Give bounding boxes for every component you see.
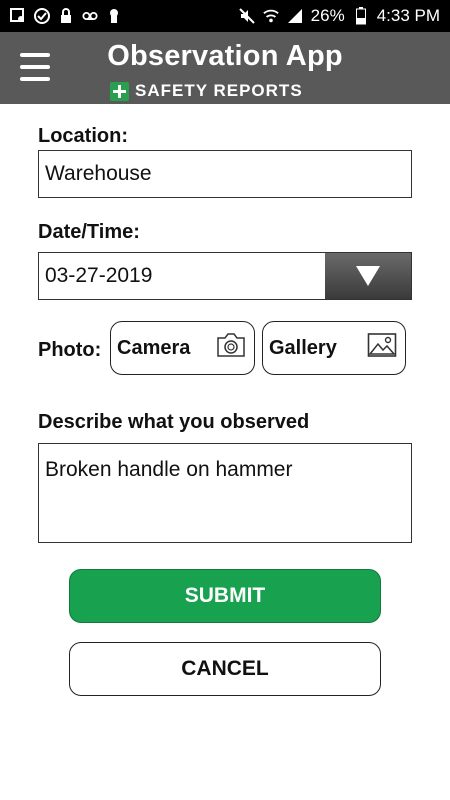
datetime-select[interactable]: 03-27-2019 — [38, 252, 412, 300]
status-time: 4:33 PM — [376, 6, 440, 25]
gallery-button-label: Gallery — [269, 336, 337, 359]
mute-icon — [238, 8, 255, 24]
signal-icon — [287, 8, 303, 24]
battery-percent: 26% — [310, 6, 345, 25]
notification-icon — [10, 8, 26, 24]
photo-label: Photo: — [38, 339, 102, 361]
status-left — [10, 8, 122, 24]
gallery-button[interactable]: Gallery — [262, 321, 406, 375]
app-subtitle: SAFETY REPORTS — [110, 81, 303, 101]
description-value: Broken handle on hammer — [45, 458, 293, 481]
location-label: Location: — [38, 125, 128, 147]
status-right: 26% 4:33 PM — [238, 6, 440, 26]
description-textarea[interactable]: Broken handle on hammer — [38, 443, 412, 543]
triangle-down-icon — [356, 266, 380, 286]
datetime-dropdown-button[interactable] — [325, 253, 411, 299]
describe-label: Describe what you observed — [38, 411, 310, 433]
plus-cross-icon — [110, 81, 129, 101]
wifi-icon — [262, 8, 279, 24]
camera-button[interactable]: Camera — [110, 321, 255, 375]
lock-icon — [58, 8, 74, 24]
keyhole-icon — [106, 8, 122, 24]
location-input[interactable]: Warehouse — [38, 150, 412, 198]
camera-icon — [216, 332, 246, 364]
voicemail-icon — [82, 8, 98, 24]
submit-button[interactable]: SUBMIT — [69, 569, 381, 623]
battery-icon — [353, 7, 369, 25]
location-value: Warehouse — [45, 162, 152, 185]
app-title: Observation App — [107, 40, 343, 72]
app-header: Observation App SAFETY REPORTS — [0, 32, 450, 104]
status-bar: 26% 4:33 PM — [0, 0, 450, 32]
image-gallery-icon — [367, 332, 397, 364]
datetime-label: Date/Time: — [38, 221, 140, 243]
datetime-value: 03-27-2019 — [45, 264, 153, 287]
cancel-button[interactable]: CANCEL — [69, 642, 381, 696]
app-subtitle-text: SAFETY REPORTS — [135, 81, 303, 100]
camera-button-label: Camera — [117, 336, 191, 359]
check-circle-icon — [34, 8, 50, 24]
